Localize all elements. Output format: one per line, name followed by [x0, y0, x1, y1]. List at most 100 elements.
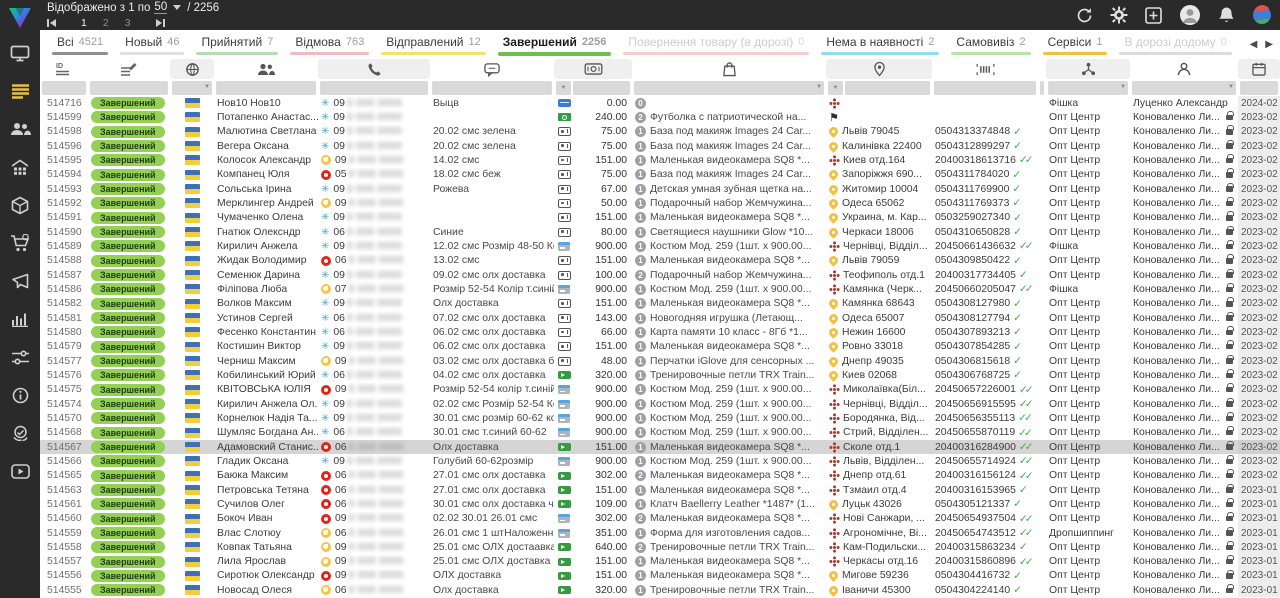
orders-list-icon[interactable] [0, 72, 40, 110]
column-header-products[interactable] [632, 59, 826, 79]
table-row[interactable]: 514594 Завершений Компанец Юля 050 000 0… [40, 168, 1280, 182]
tab-scroll-right-icon[interactable]: ▶ [1265, 39, 1273, 50]
table-row[interactable]: 514587 Завершений Семенюк Дарина ✳090 00… [40, 268, 1280, 282]
tab-3[interactable]: Відмова 763 [284, 30, 375, 58]
video-icon[interactable] [0, 452, 40, 490]
table-row[interactable]: 514580 Завершений Фесенко Константин ✳06… [40, 325, 1280, 339]
last-page-button[interactable] [156, 19, 165, 27]
page-size-value[interactable]: 50 [154, 1, 167, 14]
tab-9[interactable]: Сервіси 1 [1037, 30, 1114, 58]
tab-6[interactable]: Повернення товару (в дорозі) 0 [617, 30, 815, 58]
column-header-id[interactable]: ID [40, 59, 88, 79]
filter-status[interactable] [90, 81, 168, 95]
table-row[interactable]: 514563 Завершений Петровська Тетяна 060 … [40, 483, 1280, 497]
table-row[interactable]: 514566 Завершений Гладик Оксана ✳090 000… [40, 454, 1280, 468]
column-header-client[interactable] [214, 59, 318, 79]
table-row[interactable]: 514581 Завершений Устинов Сергей ✳060 00… [40, 311, 1280, 325]
tab-0[interactable]: Всі 4521 [46, 30, 114, 58]
stats-icon[interactable] [0, 300, 40, 338]
tab-2[interactable]: Прийнятий 7 [190, 30, 284, 58]
table-row[interactable]: 514591 Завершений Чумаченко Олена ✳090 0… [40, 211, 1280, 225]
table-row[interactable]: 514579 Завершений Костишин Виктор ✳090 0… [40, 340, 1280, 354]
filter-gap[interactable] [1040, 81, 1044, 95]
filter-payment[interactable] [573, 81, 630, 95]
clients-icon[interactable] [0, 110, 40, 148]
tab-8[interactable]: Самовивіз 2 [945, 30, 1036, 58]
logo[interactable] [7, 2, 33, 34]
table-row[interactable]: 514598 Завершений Малютина Светлана ✳090… [40, 125, 1280, 139]
table-row[interactable]: 514560 Завершений Бокоч Иван 090 000 000… [40, 512, 1280, 526]
column-header-date[interactable] [1238, 59, 1280, 79]
page-2[interactable]: 2 [103, 17, 109, 29]
table-row[interactable]: 514595 Завершений Колосок Александр 090 … [40, 153, 1280, 167]
tab-7[interactable]: Нема в наявності 2 [815, 30, 945, 58]
column-header-comment[interactable] [430, 59, 554, 79]
table-row[interactable]: 514596 Завершений Вегера Оксана ✳090 000… [40, 139, 1280, 153]
page-3[interactable]: 3 [125, 17, 131, 29]
table-row[interactable]: 514568 Завершений Шумляс Богдана Ан... ✳… [40, 426, 1280, 440]
table-row[interactable]: 514593 Завершений Сольська Ірина ✳090 00… [40, 182, 1280, 196]
column-header-gap[interactable] [1038, 59, 1046, 79]
filter-id[interactable] [42, 81, 86, 95]
partners-icon[interactable] [0, 414, 40, 452]
filter-country[interactable]: ▼ [172, 81, 212, 95]
column-header-ttn[interactable] [932, 59, 1038, 79]
company-icon[interactable] [0, 148, 40, 186]
avatar[interactable] [1179, 4, 1201, 26]
column-header-delivery[interactable] [826, 59, 932, 79]
add-square-icon[interactable] [1145, 7, 1162, 24]
filter-phone[interactable] [320, 81, 428, 95]
filter-dropdown-payment[interactable]: ▼ [556, 81, 571, 95]
refresh-icon[interactable] [1076, 7, 1093, 24]
filter-ttn[interactable] [934, 81, 1036, 95]
table-row[interactable]: 514565 Завершений Баюка Максим 060 000 0… [40, 469, 1280, 483]
tab-4[interactable]: Відправлений 12 [375, 30, 492, 58]
page-1[interactable]: 1 [81, 17, 87, 29]
filter-manager[interactable]: ▼ [1132, 81, 1236, 95]
sliders-icon[interactable] [0, 338, 40, 376]
column-header-country[interactable] [170, 59, 214, 79]
table-row[interactable]: 514561 Завершений Сучилов Олег 060 000 0… [40, 497, 1280, 511]
filter-products[interactable]: ▼ [634, 81, 824, 95]
marketing-icon[interactable] [0, 262, 40, 300]
filter-channel[interactable]: ▼ [1048, 81, 1128, 95]
monitor-icon[interactable] [0, 34, 40, 72]
column-header-channel[interactable] [1046, 59, 1130, 79]
tab-scroll-left-icon[interactable]: ◀ [1250, 39, 1258, 50]
products-box-icon[interactable] [0, 186, 40, 224]
column-header-manager[interactable] [1130, 59, 1238, 79]
table-row[interactable]: 514556 Завершений Сиротюк Олександр 090 … [40, 569, 1280, 583]
table-row[interactable]: 514599 Завершений Потапенко Анастас... ✳… [40, 110, 1280, 124]
table-row[interactable]: 514567 Завершений Адамовский Станис... 0… [40, 440, 1280, 454]
table-row[interactable]: 514574 Завершений Кирилич Анжела Ол... ✳… [40, 397, 1280, 411]
filter-dropdown-delivery[interactable]: ▼ [828, 81, 843, 95]
table-row[interactable]: 514576 Завершений Кобилинський Юрий ✳060… [40, 368, 1280, 382]
filter-date[interactable] [1240, 81, 1278, 95]
table-row[interactable]: 514592 Завершений Мерклингер Андрей 090 … [40, 196, 1280, 210]
info-icon[interactable] [0, 376, 40, 414]
column-header-phone[interactable] [318, 59, 430, 79]
table-row[interactable]: 514577 Завершений Черниш Максим 090 000 … [40, 354, 1280, 368]
table-row[interactable]: 514557 Завершений Лила Ярослав 090 000 0… [40, 555, 1280, 569]
column-header-status[interactable] [88, 59, 170, 79]
filter-delivery[interactable] [845, 81, 930, 95]
tab-5[interactable]: Завершений 2256 [492, 30, 618, 58]
first-page-button[interactable] [47, 19, 56, 27]
table-row[interactable]: 514716 Завершений Нов10 Нов10 ✳090 000 0… [40, 96, 1280, 110]
tab-10[interactable]: В дорозі додому 0 [1113, 30, 1237, 58]
table-row[interactable]: 514589 Завершений Кирилич Анжела ✳090 00… [40, 239, 1280, 253]
table-row[interactable]: 514555 Завершений Новосад Олеся 060 000 … [40, 583, 1280, 597]
tab-1[interactable]: Новый 46 [114, 30, 190, 58]
chevron-down-icon[interactable] [173, 5, 181, 10]
language-globe-icon[interactable] [1252, 5, 1272, 25]
table-row[interactable]: 514558 Завершений Ковпак Татьяна 090 000… [40, 540, 1280, 554]
table-row[interactable]: 514575 Завершений КВІТОВСЬКА ЮЛІЯ 090 00… [40, 383, 1280, 397]
gear-icon[interactable] [1110, 6, 1128, 24]
table-row[interactable]: 514586 Завершений Філіпова Люба 070 000 … [40, 282, 1280, 296]
table-row[interactable]: 514590 Завершений Гнатюк Олексндр ✳060 0… [40, 225, 1280, 239]
table-row[interactable]: 514570 Завершений Корнелюк Надія Та... ✳… [40, 411, 1280, 425]
filter-client[interactable] [216, 81, 316, 95]
bell-icon[interactable] [1218, 6, 1235, 24]
table-row[interactable]: 514559 Завершений Влас Слотюу 060 000 00… [40, 526, 1280, 540]
table-row[interactable]: 514582 Завершений Волков Максим ✳090 000… [40, 297, 1280, 311]
